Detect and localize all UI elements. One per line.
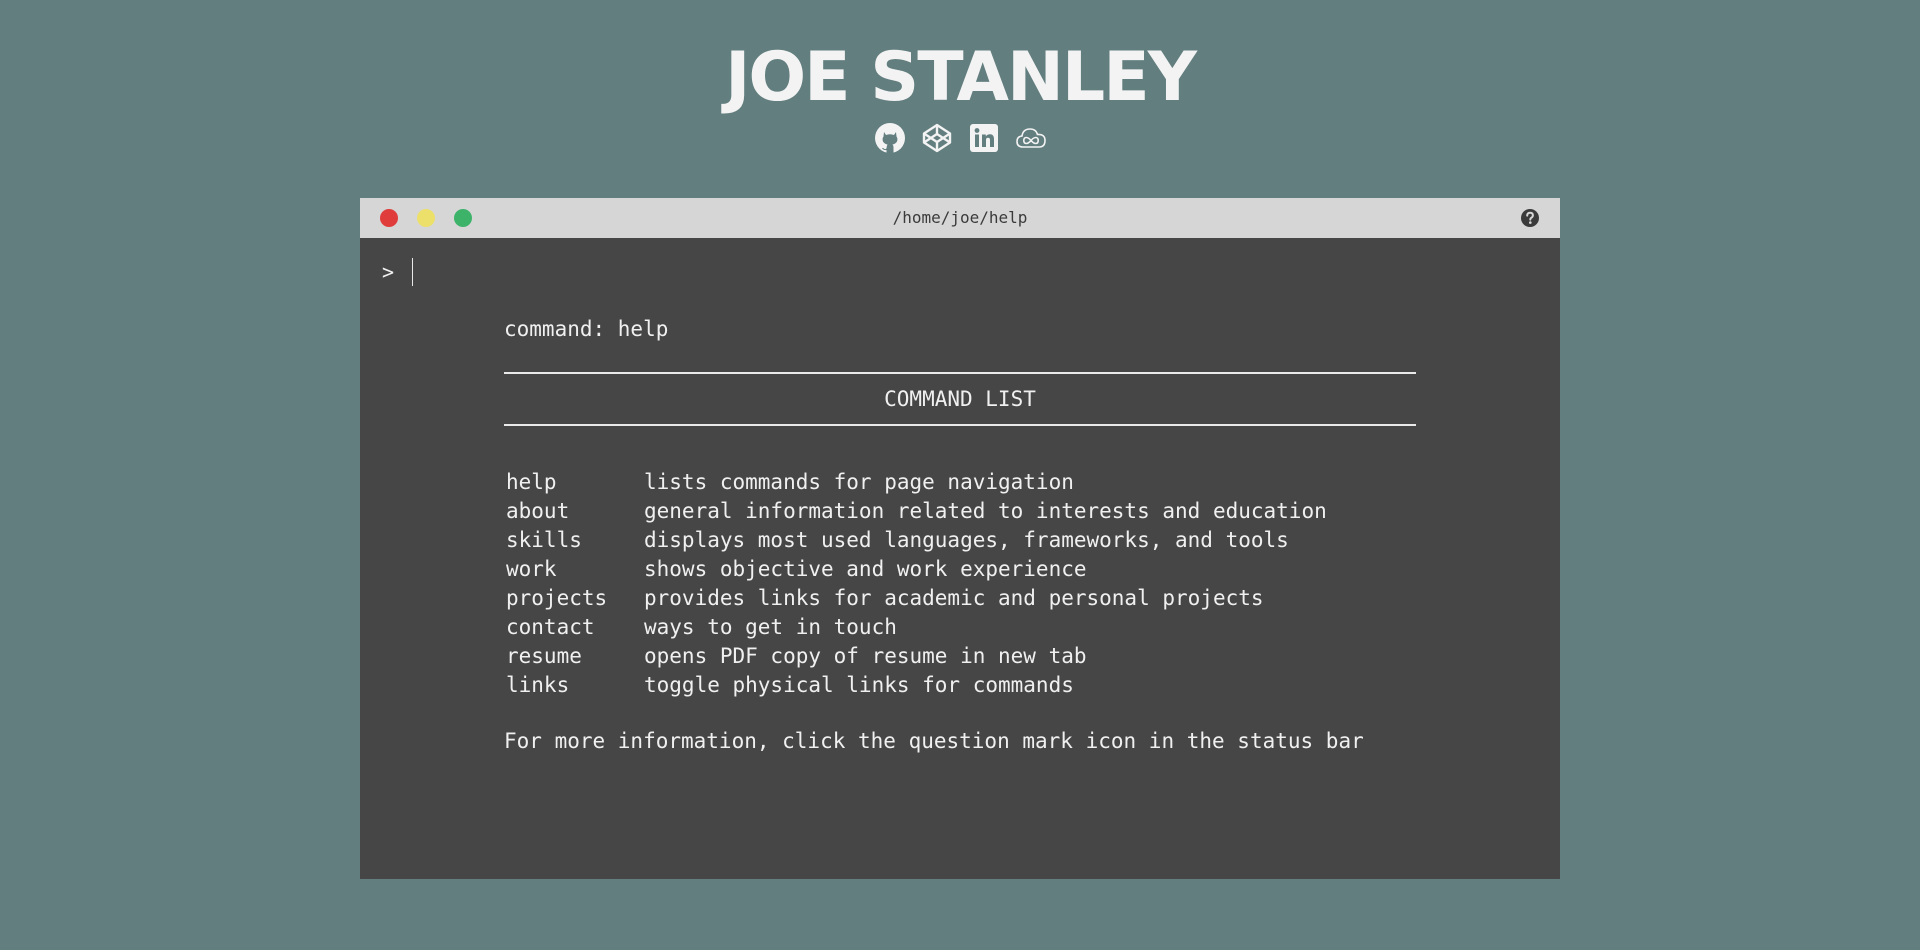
command-description: general information related to interests… bbox=[644, 499, 1327, 523]
command-name: projects bbox=[506, 586, 608, 610]
linkedin-icon bbox=[969, 124, 998, 152]
command-description: shows objective and work experience bbox=[644, 557, 1087, 581]
command-list: help lists commands for page navigation … bbox=[504, 468, 1416, 700]
prompt-symbol: > bbox=[382, 260, 395, 284]
command-description: toggle physical links for commands bbox=[644, 673, 1074, 697]
command-description: ways to get in touch bbox=[644, 615, 897, 639]
command-row: about general information related to int… bbox=[504, 497, 1416, 526]
help-button[interactable] bbox=[1520, 208, 1540, 228]
terminal-window: /home/joe/help > command: help COMMAND L… bbox=[360, 198, 1560, 879]
command-row: resume opens PDF copy of resume in new t… bbox=[504, 642, 1416, 671]
command-row: work shows objective and work experience bbox=[504, 555, 1416, 584]
question-mark-icon bbox=[1521, 209, 1539, 227]
command-input[interactable] bbox=[412, 258, 1019, 286]
command-name: work bbox=[506, 557, 557, 581]
command-name: help bbox=[506, 470, 557, 494]
command-prompt: > bbox=[382, 258, 1019, 286]
cloud-link[interactable] bbox=[1015, 122, 1047, 154]
command-name: about bbox=[506, 499, 570, 523]
command-name: links bbox=[506, 673, 570, 697]
command-output: command: help COMMAND LIST help lists co… bbox=[504, 315, 1416, 756]
current-path: /home/joe/help bbox=[892, 208, 1028, 227]
help-footer-note: For more information, click the question… bbox=[504, 729, 1364, 753]
command-row: help lists commands for page navigation bbox=[504, 468, 1416, 497]
command-description: lists commands for page navigation bbox=[644, 470, 1074, 494]
linkedin-link[interactable] bbox=[968, 122, 1000, 154]
command-row: links toggle physical links for commands bbox=[504, 671, 1416, 700]
command-description: opens PDF copy of resume in new tab bbox=[644, 644, 1087, 668]
site-title: JOE STANLEY bbox=[725, 38, 1197, 117]
terminal-status-bar: /home/joe/help bbox=[360, 198, 1560, 238]
command-row: skills displays most used languages, fra… bbox=[504, 526, 1416, 555]
command-name: contact bbox=[506, 615, 595, 639]
cloud-infinity-icon bbox=[1015, 128, 1046, 148]
command-description: provides links for academic and personal… bbox=[644, 586, 1264, 610]
codepen-link[interactable] bbox=[921, 122, 953, 154]
command-name: skills bbox=[506, 528, 582, 552]
command-list-title: COMMAND LIST bbox=[504, 372, 1416, 426]
github-link[interactable] bbox=[874, 122, 906, 154]
command-echo: command: help bbox=[504, 317, 669, 341]
command-description: displays most used languages, frameworks… bbox=[644, 528, 1289, 552]
github-icon bbox=[874, 123, 905, 153]
social-links bbox=[0, 122, 1920, 154]
command-row: contact ways to get in touch bbox=[504, 613, 1416, 642]
codepen-icon bbox=[922, 123, 951, 153]
command-name: resume bbox=[506, 644, 582, 668]
command-row: projects provides links for academic and… bbox=[504, 584, 1416, 613]
